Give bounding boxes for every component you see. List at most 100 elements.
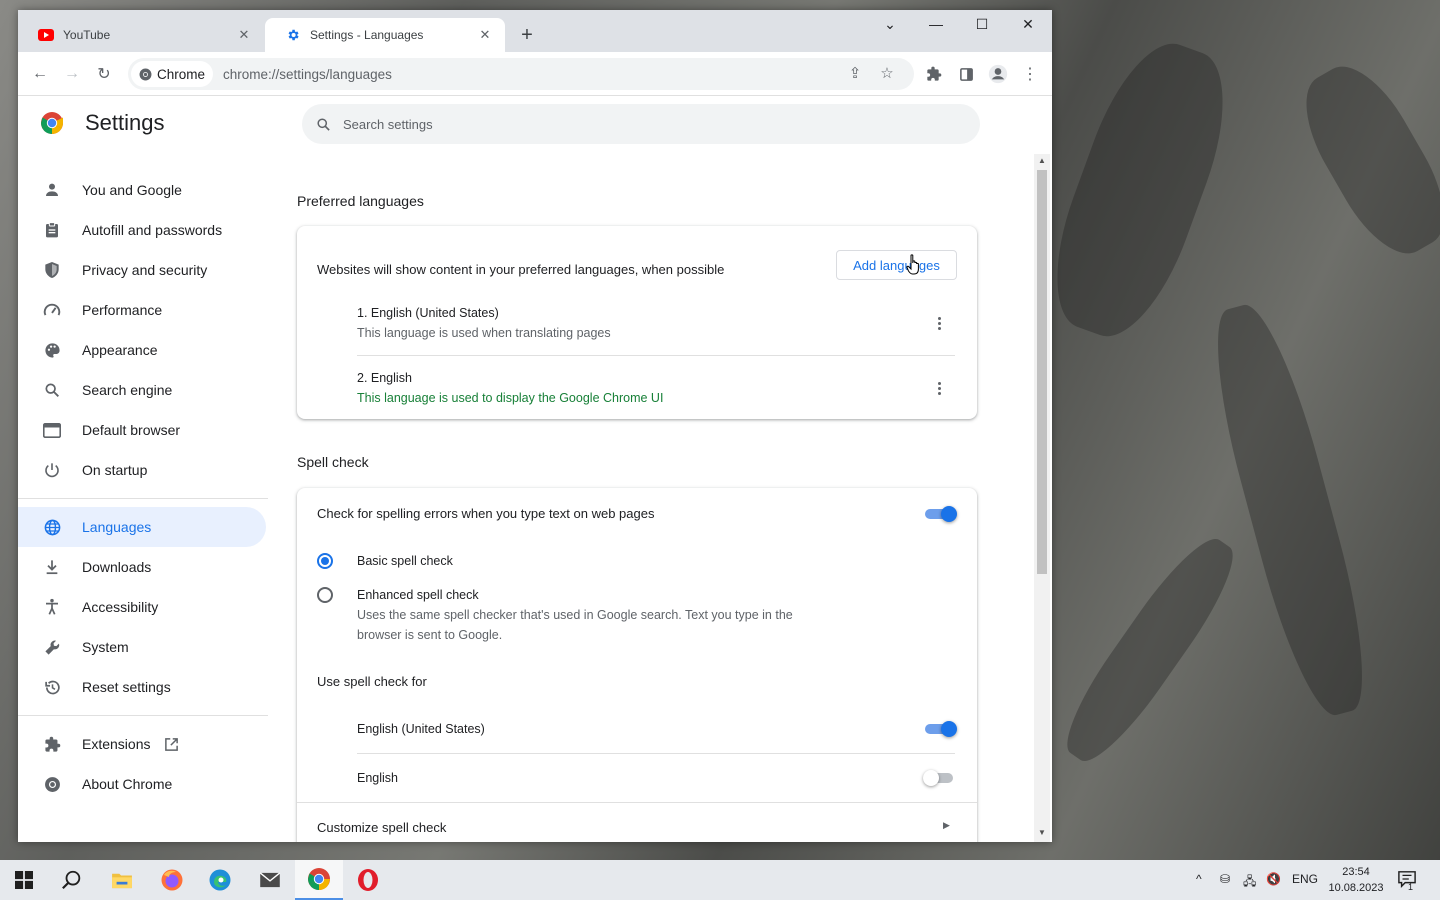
folder-icon	[112, 873, 132, 889]
close-icon[interactable]: ✕	[477, 27, 493, 43]
more-menu-icon[interactable]: ⋮	[1020, 64, 1040, 84]
onedrive-icon[interactable]: ⛁	[1220, 872, 1230, 886]
sidebar-item-reset-settings[interactable]: Reset settings	[18, 667, 266, 707]
star-icon[interactable]: ☆	[878, 64, 896, 82]
minimize-button[interactable]: —	[921, 16, 951, 32]
scroll-up-arrow-icon[interactable]: ▲	[1038, 156, 1046, 165]
row-divider	[357, 753, 955, 754]
close-window-button[interactable]: ✕	[1013, 16, 1043, 33]
chevron-right-icon: ▶	[943, 820, 950, 830]
tab-search-icon[interactable]: ⌄	[875, 16, 905, 33]
language-name: 2. English	[357, 371, 412, 385]
back-button[interactable]: ←	[30, 64, 50, 84]
taskbar-edge[interactable]	[196, 860, 244, 900]
search-input[interactable]: Search settings	[302, 104, 980, 144]
mail-icon	[259, 872, 281, 888]
external-link-icon	[164, 737, 179, 752]
profile-avatar-icon[interactable]	[988, 64, 1008, 84]
preferred-languages-description: Websites will show content in your prefe…	[317, 262, 725, 277]
spell-language-label: English	[357, 771, 398, 785]
sidebar-item-search-engine[interactable]: Search engine	[18, 370, 266, 410]
scrollbar-thumb[interactable]	[1037, 170, 1047, 574]
sidebar-item-downloads[interactable]: Downloads	[18, 547, 266, 587]
input-language[interactable]: ENG	[1292, 872, 1318, 886]
palette-icon	[42, 340, 62, 360]
windows-start-button[interactable]	[0, 860, 48, 900]
sidebar-item-label: Privacy and security	[82, 262, 208, 278]
taskbar-file-explorer[interactable]	[98, 860, 146, 900]
customize-spell-check-link[interactable]: Customize spell check	[317, 820, 446, 835]
volume-muted-icon[interactable]: 🔇	[1266, 872, 1281, 886]
reload-button[interactable]: ↻	[94, 64, 114, 84]
taskbar-mail[interactable]	[246, 860, 294, 900]
history-icon	[42, 677, 62, 697]
more-actions-icon[interactable]	[929, 378, 949, 398]
person-icon	[42, 180, 62, 200]
forward-button[interactable]: →	[62, 64, 82, 84]
sidebar-item-on-startup[interactable]: On startup	[18, 450, 266, 490]
browser-toolbar: ← → ↻ Chrome chrome://settings/languages…	[18, 52, 1052, 96]
more-actions-icon[interactable]	[929, 313, 949, 333]
taskbar-opera[interactable]	[344, 860, 392, 900]
add-languages-button[interactable]: Add languages	[836, 250, 957, 280]
taskbar-clock[interactable]: 23:54 10.08.2023	[1326, 864, 1386, 896]
close-icon[interactable]: ✕	[236, 27, 252, 43]
browser-window-icon	[42, 420, 62, 440]
chrome-logo-icon	[41, 112, 63, 134]
sidebar-item-you-and-google[interactable]: You and Google	[18, 170, 266, 210]
show-hidden-icons-chevron[interactable]: ^	[1196, 872, 1202, 886]
settings-page: Settings Search settings You and Google …	[18, 96, 1052, 842]
wrench-icon	[42, 637, 62, 657]
clipboard-icon	[42, 220, 62, 240]
language-name: 1. English (United States)	[357, 306, 499, 320]
page-scrollbar[interactable]: ▲ ▼	[1034, 154, 1050, 842]
basic-spell-check-radio[interactable]	[317, 553, 333, 569]
sidebar-item-extensions[interactable]: Extensions	[18, 724, 266, 764]
site-chip-label: Chrome	[157, 66, 206, 82]
preferred-languages-heading: Preferred languages	[297, 193, 424, 209]
notification-center-icon[interactable]	[1398, 870, 1416, 891]
search-placeholder: Search settings	[343, 116, 433, 132]
side-panel-icon[interactable]	[956, 64, 976, 84]
sidebar-item-label: Downloads	[82, 559, 152, 575]
taskbar-chrome[interactable]	[295, 860, 343, 900]
opera-icon	[358, 869, 378, 891]
spell-language-toggle[interactable]	[925, 721, 957, 737]
sidebar-item-default-browser[interactable]: Default browser	[18, 410, 266, 450]
tab-title: YouTube	[63, 28, 111, 42]
scroll-down-arrow-icon[interactable]: ▼	[1038, 828, 1046, 837]
share-icon[interactable]: ⇪	[846, 64, 864, 82]
sidebar-item-autofill[interactable]: Autofill and passwords	[18, 210, 266, 250]
address-bar[interactable]: Chrome chrome://settings/languages ⇪ ☆	[128, 58, 914, 90]
sidebar-item-accessibility[interactable]: Accessibility	[18, 587, 266, 627]
use-spell-check-for-label: Use spell check for	[317, 674, 427, 689]
tab-settings[interactable]: Settings - Languages ✕	[265, 18, 505, 52]
spell-check-heading: Spell check	[297, 454, 369, 470]
maximize-button[interactable]: ☐	[967, 16, 997, 33]
spell-language-toggle[interactable]	[923, 770, 955, 786]
settings-header: Settings	[40, 110, 165, 136]
sidebar-item-about-chrome[interactable]: About Chrome	[18, 764, 266, 804]
taskbar-firefox[interactable]	[148, 860, 196, 900]
sidebar-item-appearance[interactable]: Appearance	[18, 330, 266, 370]
sidebar-item-languages[interactable]: Languages	[18, 507, 266, 547]
new-tab-button[interactable]: +	[516, 24, 538, 46]
network-icon[interactable]: 🖧	[1243, 872, 1256, 893]
enhanced-spell-check-radio[interactable]	[317, 587, 333, 603]
spell-check-toggle[interactable]	[925, 506, 957, 522]
tab-youtube[interactable]: YouTube ✕	[18, 18, 264, 52]
chrome-icon	[42, 774, 62, 794]
sidebar-item-performance[interactable]: Performance	[18, 290, 266, 330]
taskbar-search-button[interactable]	[48, 860, 96, 900]
sidebar-item-privacy[interactable]: Privacy and security	[18, 250, 266, 290]
chrome-icon	[308, 868, 330, 890]
windows-taskbar: ^ ⛁ 🖧 🔇 ENG 23:54 10.08.2023 1	[0, 860, 1440, 900]
puzzle-icon[interactable]	[924, 64, 944, 84]
site-chip[interactable]: Chrome	[131, 61, 214, 87]
power-icon	[42, 460, 62, 480]
sidebar-item-label: You and Google	[82, 182, 182, 198]
sidebar-item-system[interactable]: System	[18, 627, 266, 667]
language-note: This language is used to display the Goo…	[357, 391, 664, 405]
enhanced-spell-check-label: Enhanced spell check	[357, 588, 479, 602]
puzzle-icon	[42, 734, 62, 754]
